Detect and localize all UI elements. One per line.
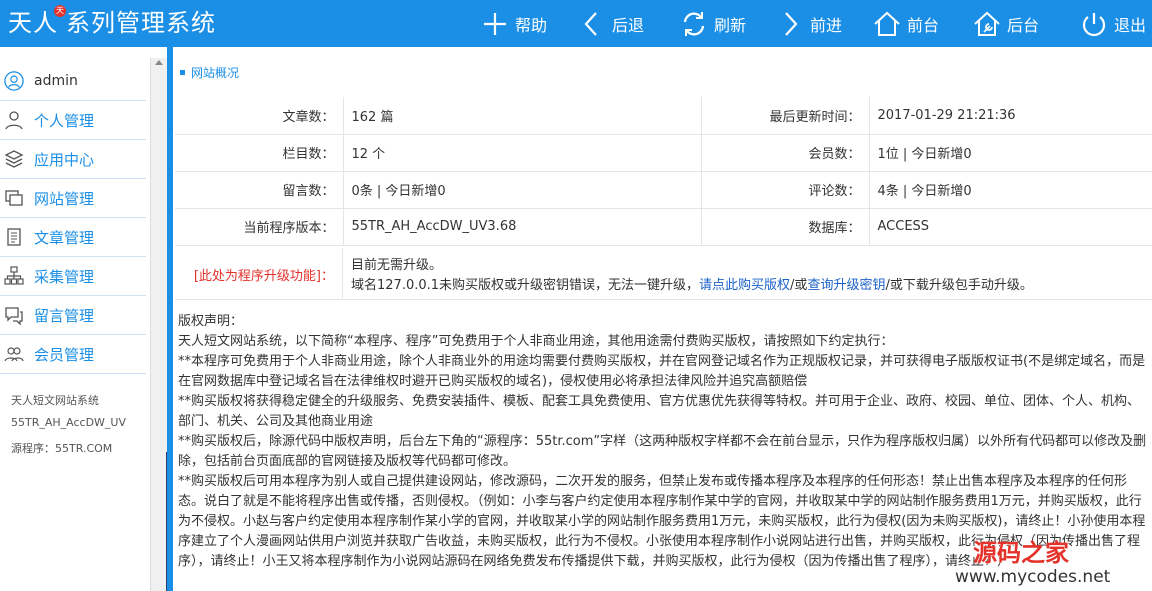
table-row: 留言数： 0条 | 今日新增0 评论数： 4条 | 今日新增0: [175, 171, 1152, 209]
version-value: 55TR_AH_AccDW_UV3.68: [343, 208, 702, 246]
frontend-label: 前台: [907, 15, 940, 35]
upgrade-line2-a: 域名127.0.0.1未购买版权或升级密钥错误，无法一键升级，: [351, 278, 700, 293]
logout-button[interactable]: 退出: [1080, 0, 1146, 47]
table-row: 当前程序版本： 55TR_AH_AccDW_UV3.68 数据库： ACCESS: [175, 208, 1152, 246]
user-icon: [3, 109, 25, 131]
sidebar-item-articles[interactable]: 文章管理: [0, 218, 146, 257]
watermark: 源码之家 www.mycodes.net: [949, 533, 1149, 591]
watermark-url: www.mycodes.net: [955, 567, 1111, 587]
upgrade-line2: 域名127.0.0.1未购买版权或升级密钥错误，无法一键升级，请点此购买版权/或…: [351, 276, 1033, 296]
chevron-left-icon: [584, 11, 597, 36]
refresh-button[interactable]: 刷新: [680, 0, 746, 47]
app-title-rest: 系列管理系统: [66, 9, 216, 37]
wrench-house-icon: [974, 11, 1000, 36]
home-icon: [874, 11, 900, 36]
copyright-paragraph: **本程序可免费用于个人非商业用途，除个人非商业外的用途均需要付费购买版权，并在…: [178, 354, 1146, 389]
database-label: 数据库：: [701, 208, 870, 246]
sidebar-item-personal[interactable]: 个人管理: [0, 101, 146, 140]
sidebar-item-apps[interactable]: 应用中心: [0, 140, 146, 179]
main-content: 网站概况 文章数： 162 篇 最后更新时间： 2017-01-29 21:21…: [173, 47, 1152, 591]
power-icon: [1082, 12, 1106, 36]
upgrade-status: 目前无需升级。 域名127.0.0.1未购买版权或升级密钥错误，无法一键升级，请…: [351, 256, 1033, 296]
backend-button[interactable]: 后台: [973, 0, 1039, 47]
copyright-paragraph: 天人短文网站系统，以下简称“本程序、程序”可免费用于个人非商业用途，其他用途需付…: [178, 334, 894, 349]
chevron-right-icon: [785, 11, 798, 36]
refresh-label: 刷新: [714, 15, 747, 35]
sidebar-item-messages[interactable]: 留言管理: [0, 296, 146, 335]
help-label: 帮助: [515, 15, 548, 35]
sidebar-item-label: 采集管理: [34, 267, 95, 286]
chat-icon: [3, 304, 25, 326]
windows-icon: [3, 187, 25, 209]
comment-count-label: 评论数：: [701, 171, 870, 209]
table-row: 栏目数： 12 个 会员数： 1位 | 今日新增0: [175, 134, 1152, 172]
article-count-label: 文章数：: [175, 97, 344, 135]
sidebar: admin 个人管理 应用中心 网站管理 文章管理 采集管理 留言管理 会员管理…: [0, 47, 150, 591]
app-title: 天人天系列管理系统: [8, 5, 216, 39]
sidebar-item-members[interactable]: 会员管理: [0, 335, 146, 374]
sidebar-scrollbar[interactable]: [150, 58, 167, 591]
user-circle-icon: [3, 70, 25, 92]
upgrade-line2-c: /或下载升级包手动升级。: [885, 278, 1033, 293]
member-count-label: 会员数：: [701, 134, 870, 172]
logout-label: 退出: [1114, 15, 1147, 35]
sitemap-icon: [3, 265, 25, 287]
sidebar-info-source: 源程序：55TR.COM: [11, 442, 113, 455]
backend-label: 后台: [1007, 15, 1040, 35]
upgrade-row: [此处为程序升级功能]： 目前无需升级。 域名127.0.0.1未购买版权或升级…: [175, 248, 1152, 300]
title-badge: 天: [54, 5, 66, 17]
last-update-label: 最后更新时间：: [701, 97, 870, 135]
copyright-paragraph: **购买版权后，除源代码中版权声明，后台左下角的“源程序：55tr.com”字样…: [178, 434, 1147, 469]
sidebar-item-label: 会员管理: [34, 345, 95, 364]
forward-label: 前进: [810, 15, 843, 35]
sidebar-item-collect[interactable]: 采集管理: [0, 257, 146, 296]
forward-button[interactable]: 前进: [776, 0, 842, 47]
sidebar-info-version: 55TR_AH_AccDW_UV: [11, 416, 127, 429]
sidebar-info-name: 天人短文网站系统: [11, 394, 99, 407]
square-bullet-icon: [180, 69, 185, 75]
sidebar-item-label: 个人管理: [34, 111, 95, 130]
last-update-value: 2017-01-29 21:21:36: [869, 97, 1152, 135]
sidebar-user[interactable]: admin: [0, 62, 146, 101]
layers-icon: [3, 148, 25, 170]
top-header: 天人天系列管理系统 帮助 后退 刷新 前进 前台 后台 退出: [0, 0, 1152, 47]
version-label: 当前程序版本：: [175, 208, 344, 246]
site-overview-table: 文章数： 162 篇 最后更新时间： 2017-01-29 21:21:36 栏…: [175, 97, 1152, 246]
section-title: 网站概况: [173, 59, 1152, 85]
copyright-paragraph: 版权声明：: [178, 314, 244, 329]
sidebar-item-site[interactable]: 网站管理: [0, 179, 146, 218]
database-value: ACCESS: [869, 208, 1152, 246]
users-icon: [3, 343, 25, 365]
sidebar-item-label: 应用中心: [34, 150, 95, 169]
upgrade-line2-b: /或: [790, 278, 808, 293]
help-button[interactable]: 帮助: [481, 0, 547, 47]
sidebar-item-label: 留言管理: [34, 306, 95, 325]
sidebar-item-label: 文章管理: [34, 228, 95, 247]
section-title-text: 网站概况: [191, 65, 240, 80]
watermark-title: 源码之家: [973, 539, 1069, 567]
back-button[interactable]: 后退: [578, 0, 644, 47]
upgrade-label: [此处为程序升级功能]：: [175, 248, 343, 300]
back-label: 后退: [612, 15, 645, 35]
article-count-value: 162 篇: [343, 97, 702, 135]
document-icon: [3, 226, 25, 248]
message-count-label: 留言数：: [175, 171, 344, 209]
scroll-up-arrow-icon[interactable]: [155, 60, 163, 65]
column-count-value: 12 个: [343, 134, 702, 172]
message-count-value: 0条 | 今日新增0: [343, 171, 702, 209]
sidebar-item-label: 网站管理: [34, 189, 95, 208]
refresh-icon: [683, 11, 705, 36]
upgrade-line1: 目前无需升级。: [351, 258, 443, 273]
member-count-value: 1位 | 今日新增0: [869, 134, 1152, 172]
plus-icon: [484, 12, 506, 35]
buy-license-link[interactable]: 请点此购买版权: [699, 278, 790, 293]
comment-count-value: 4条 | 今日新增0: [869, 171, 1152, 209]
frontend-button[interactable]: 前台: [873, 0, 939, 47]
column-count-label: 栏目数：: [175, 134, 344, 172]
sidebar-username: admin: [34, 73, 78, 89]
app-title-main: 天人: [8, 9, 58, 37]
copyright-paragraph: **购买版权将获得稳定健全的升级服务、免费安装插件、模板、配套工具免费使用、官方…: [178, 394, 1141, 429]
table-row: 文章数： 162 篇 最后更新时间： 2017-01-29 21:21:36: [175, 97, 1152, 135]
query-key-link[interactable]: 查询升级密钥: [807, 278, 885, 293]
